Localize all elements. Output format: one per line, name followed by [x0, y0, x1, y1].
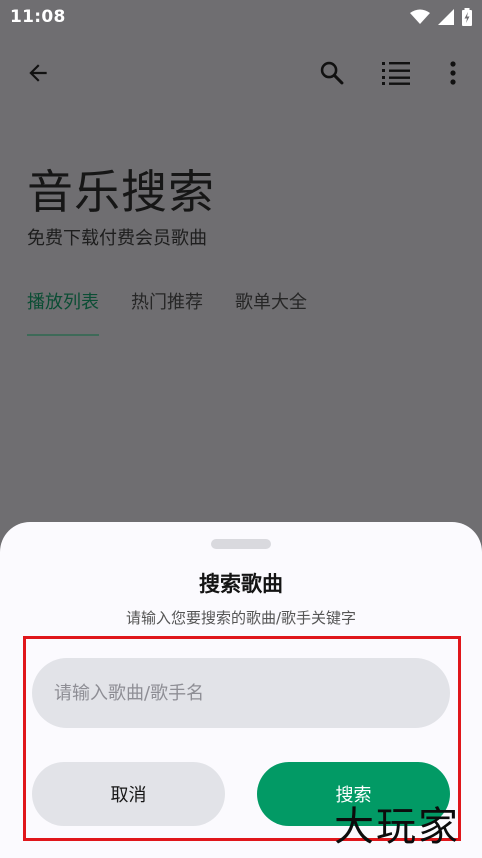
status-time: 11:08 — [10, 7, 66, 27]
more-options-button[interactable] — [433, 55, 473, 95]
cancel-button[interactable]: 取消 — [32, 762, 225, 826]
watermark-logo: 大玩家 — [334, 804, 460, 850]
status-icons — [410, 8, 472, 26]
signal-icon — [438, 9, 454, 25]
tab-bar: 播放列表 热门推荐 歌单大全 — [27, 288, 307, 336]
app-bar — [0, 50, 482, 100]
tab-playlist[interactable]: 播放列表 — [27, 288, 99, 336]
battery-charging-icon — [462, 8, 472, 26]
page-title: 音乐搜索 — [27, 165, 215, 219]
back-arrow-icon — [25, 60, 51, 90]
playlist-button[interactable] — [376, 55, 416, 95]
tab-song-lists[interactable]: 歌单大全 — [235, 288, 307, 336]
dialog-title: 搜索歌曲 — [199, 572, 283, 596]
song-search-input[interactable] — [32, 658, 450, 728]
back-button[interactable] — [18, 55, 58, 95]
more-vert-icon — [449, 61, 457, 89]
search-button[interactable] — [312, 55, 352, 95]
tab-hot-recommend[interactable]: 热门推荐 — [131, 288, 203, 336]
dialog-subtitle: 请输入您要搜索的歌曲/歌手关键字 — [125, 609, 357, 627]
playlist-icon — [382, 60, 410, 90]
page-subtitle: 免费下载付费会员歌曲 — [27, 228, 207, 249]
drag-handle[interactable] — [211, 539, 271, 549]
wifi-icon — [410, 9, 430, 25]
status-bar: 11:08 — [0, 0, 482, 34]
search-icon — [318, 59, 346, 91]
